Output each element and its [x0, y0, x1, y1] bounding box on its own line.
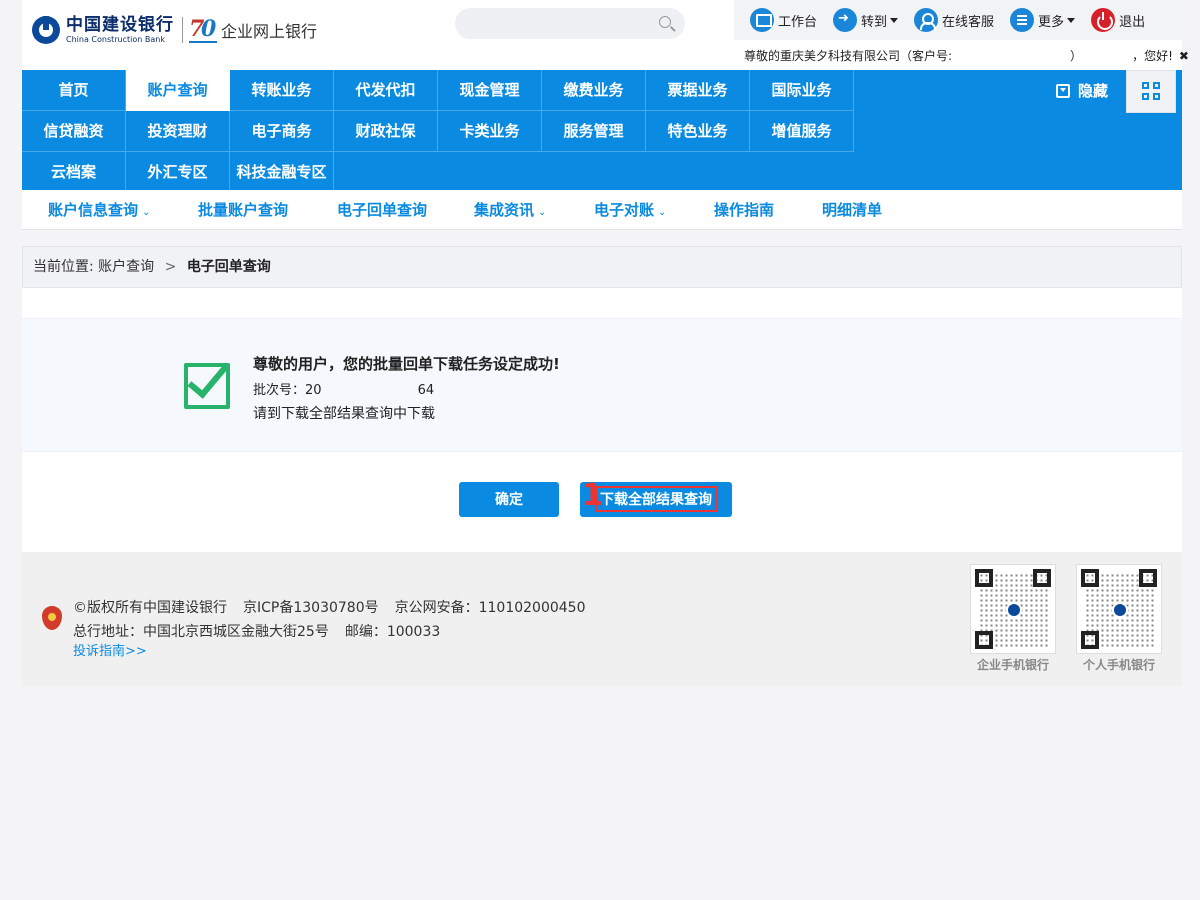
search-icon[interactable] [659, 16, 671, 28]
nav-forex[interactable]: 外汇专区 [126, 152, 230, 193]
complaint-guide-link[interactable]: 投诉指南>> [73, 640, 147, 659]
chevron-down-icon: ⌄ [142, 207, 151, 218]
nav-notes[interactable]: 票据业务 [646, 70, 750, 111]
nav-row-1: 首页 账户查询 转账业务 代发代扣 现金管理 缴费业务 票据业务 国际业务 [22, 70, 854, 111]
nav-row-2: 信贷融资 投资理财 电子商务 财政社保 卡类业务 服务管理 特色业务 增值服务 [22, 111, 854, 152]
personal-mobile-qr: 个人手机银行 [1076, 564, 1162, 673]
nav-investment[interactable]: 投资理财 [126, 111, 230, 152]
nav-payroll[interactable]: 代发代扣 [334, 70, 438, 111]
subnav-integrated-info[interactable]: 集成资讯 ⌄ [474, 190, 546, 230]
footer-address-line: 总行地址：中国北京西城区金融大街25号 邮编：100033 [73, 624, 441, 640]
caret-down-icon [890, 17, 899, 23]
footer-copyright-line: ©版权所有中国建设银行 京ICP备13030780号 京公网安备：110102000… [73, 600, 586, 616]
more-button[interactable]: 更多 [1010, 8, 1076, 32]
close-greeting-icon[interactable]: ✖ [1179, 49, 1189, 63]
list-icon [1010, 8, 1035, 32]
footer: ©版权所有中国建设银行 京ICP备13030780号 京公网安备：110102000… [22, 552, 1182, 686]
nav-international[interactable]: 国际业务 [750, 70, 854, 111]
top-toolbar: 工作台 转到 在线客服 更多 退出 [734, 0, 1182, 40]
header: 中国建设银行 China Construction Bank 7 0 企业网上银… [22, 0, 1189, 70]
nav-ecommerce[interactable]: 电子商务 [230, 111, 334, 152]
nav-cards[interactable]: 卡类业务 [438, 111, 542, 152]
chevron-down-icon: ⌄ [538, 207, 547, 218]
grid-icon [1142, 82, 1149, 89]
logo-subtitle: 企业网上银行 [221, 22, 318, 41]
step-marker: 1 [582, 478, 603, 513]
qr-code-icon [1076, 564, 1162, 654]
greeting-text: 尊敬的重庆美夕科技有限公司（客户号:），您好! ✖ [744, 49, 1189, 63]
breadcrumb-current: 电子回单查询 [186, 259, 271, 275]
nav-cloud-archive[interactable]: 云档案 [22, 152, 126, 193]
enterprise-mobile-qr: 企业手机银行 [970, 564, 1056, 673]
power-icon [1091, 8, 1116, 32]
monitor-icon [750, 8, 774, 32]
nav-featured[interactable]: 特色业务 [646, 111, 750, 152]
subnav-detail-list[interactable]: 明细清单 [822, 190, 882, 230]
grid-menu-button[interactable] [1126, 70, 1176, 113]
nav-credit[interactable]: 信贷融资 [22, 111, 126, 152]
nav-bill-payment[interactable]: 缴费业务 [542, 70, 646, 111]
nav-value-added[interactable]: 增值服务 [750, 111, 854, 152]
breadcrumb-parent[interactable]: 账户查询 [98, 259, 154, 275]
download-button-label: 下载全部结果查询 [595, 486, 717, 512]
logo-cn-text: 中国建设银行 [66, 14, 174, 35]
workbench-button[interactable]: 工作台 [750, 8, 817, 32]
nav-tech-finance[interactable]: 科技金融专区 [230, 152, 334, 193]
main-nav: 首页 账户查询 转账业务 代发代扣 现金管理 缴费业务 票据业务 国际业务 信贷… [22, 70, 1182, 193]
success-check-icon [184, 363, 230, 409]
subnav-guide[interactable]: 操作指南 [714, 190, 774, 230]
batch-number: 批次号：20 64 [253, 383, 435, 398]
nav-home[interactable]: 首页 [22, 70, 126, 111]
chevron-down-icon: ⌄ [658, 207, 667, 218]
collapse-icon [1055, 83, 1070, 98]
success-title: 尊敬的用户，您的批量回单下载任务设定成功! [253, 355, 560, 373]
icp-number[interactable]: 京ICP备13030780号 [243, 600, 379, 616]
main-content: 尊敬的用户，您的批量回单下载任务设定成功! 批次号：20 64 请到下载全部结果查… [22, 288, 1182, 552]
success-message-box: 尊敬的用户，您的批量回单下载任务设定成功! 批次号：20 64 请到下载全部结果查… [22, 318, 1182, 452]
police-record[interactable]: 京公网安备：110102000450 [395, 600, 586, 616]
ccb-logo-icon [32, 16, 60, 44]
logout-button[interactable]: 退出 [1091, 8, 1145, 32]
logo-en-text: China Construction Bank [66, 34, 165, 44]
nav-account-query[interactable]: 账户查询 [126, 70, 230, 111]
download-hint: 请到下载全部结果查询中下载 [253, 406, 435, 422]
nav-cash-management[interactable]: 现金管理 [438, 70, 542, 111]
breadcrumb: 当前位置: 账户查询 > 电子回单查询 [22, 246, 1182, 288]
anniversary-70-icon: 7 0 [189, 16, 217, 43]
nav-hide-button[interactable]: 隐藏 [1055, 80, 1108, 101]
nav-service-management[interactable]: 服务管理 [542, 111, 646, 152]
qr-code-icon [970, 564, 1056, 654]
police-badge-icon [42, 606, 62, 630]
goto-button[interactable]: 转到 [833, 8, 899, 32]
sub-nav: 账户信息查询 ⌄ 批量账户查询 电子回单查询 集成资讯 ⌄ 电子对账 ⌄ 操作指南 明… [22, 190, 1182, 230]
nav-finance-social[interactable]: 财政社保 [334, 111, 438, 152]
online-service-button[interactable]: 在线客服 [914, 8, 994, 32]
logo-divider [182, 17, 183, 43]
person-icon [914, 8, 939, 32]
subnav-batch-account[interactable]: 批量账户查询 [198, 190, 288, 230]
nav-row-3: 云档案 外汇专区 科技金融专区 [22, 152, 334, 193]
ccb-logo[interactable]: 中国建设银行 China Construction Bank 7 0 企业网上银… [32, 16, 317, 44]
caret-down-icon [1067, 17, 1076, 23]
arrow-right-icon [833, 8, 858, 32]
subnav-e-reconciliation[interactable]: 电子对账 ⌄ [594, 190, 666, 230]
confirm-button[interactable]: 确定 [459, 482, 559, 517]
nav-transfer[interactable]: 转账业务 [230, 70, 334, 111]
search-input[interactable] [455, 8, 685, 39]
subnav-e-receipt[interactable]: 电子回单查询 [337, 190, 427, 230]
chevron-right-icon: > [164, 259, 177, 275]
subnav-account-info[interactable]: 账户信息查询 ⌄ [48, 190, 150, 230]
